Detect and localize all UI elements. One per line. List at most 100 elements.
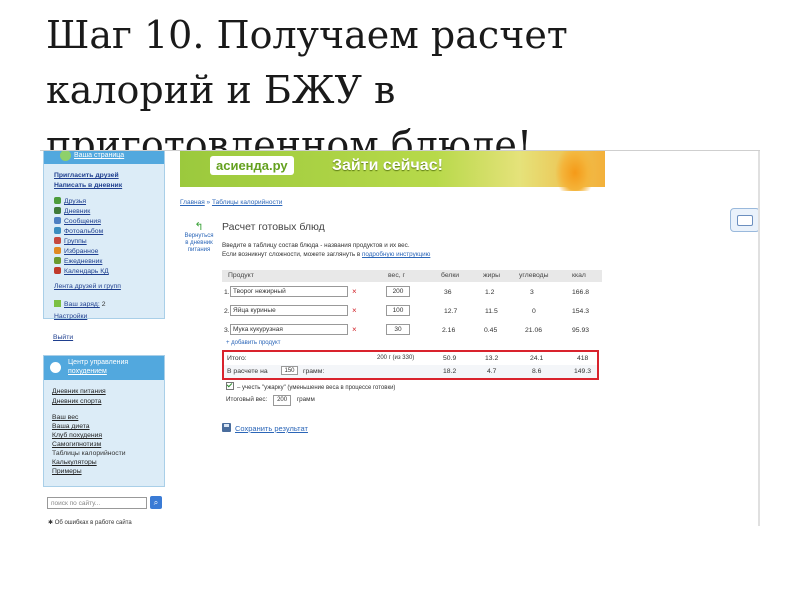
weight-input[interactable]: 200: [386, 286, 410, 297]
back-line-3: питания: [187, 247, 211, 253]
food-diary-link[interactable]: Дневник питания: [52, 388, 106, 395]
per-portion-prefix: В расчете на: [227, 368, 268, 375]
save-result-link[interactable]: Сохранить результат: [222, 423, 308, 433]
product-input[interactable]: Мука кукурузная: [230, 324, 348, 335]
totals-fat: 13.2: [485, 355, 499, 362]
calculators-link[interactable]: Калькуляторы: [52, 459, 97, 466]
sidebar-item-messages[interactable]: Сообщения: [54, 217, 101, 225]
totals-carbs: 24.1: [530, 355, 544, 362]
save-icon: [222, 423, 231, 432]
per-portion-carbs: 8.6: [532, 368, 542, 375]
fat-cell: 0.45: [484, 327, 498, 334]
sidebar-item-friends[interactable]: Друзья: [54, 197, 86, 205]
delete-row-icon[interactable]: ×: [352, 325, 357, 334]
sidebar-profile-header[interactable]: Ваша страница: [44, 151, 164, 164]
product-input[interactable]: Яйца куриные: [230, 305, 348, 316]
shrink-checkbox-label: – учесть "ужарку" (уменьшение веса в про…: [237, 385, 396, 391]
totals-kcal: 418: [577, 355, 589, 362]
sidebar: Ваша страница Пригласить друзей Написать…: [40, 151, 167, 526]
save-result-label: Сохранить результат: [235, 424, 308, 433]
portion-weight-input[interactable]: 150: [281, 366, 298, 375]
weight-center-header[interactable]: Центр управления похудением: [44, 356, 164, 380]
search-button[interactable]: ⌕: [150, 496, 162, 509]
carbs-cell: 3: [530, 289, 534, 296]
website-screenshot: Ваша страница Пригласить друзей Написать…: [40, 150, 760, 526]
sidebar-item-label: Избранное: [64, 248, 99, 255]
slide-title-line-2: калорий и БЖУ в: [46, 68, 396, 112]
groups-icon: [54, 237, 61, 244]
delete-row-icon[interactable]: ×: [352, 287, 357, 296]
my-page-link[interactable]: Ваша страница: [74, 152, 124, 159]
club-link[interactable]: Клуб похудения: [52, 432, 102, 439]
charge-label[interactable]: Ваш заряд:: [64, 301, 100, 308]
table-header: Продукт вес, г белки жиры углеводы ккал: [222, 270, 602, 282]
sport-diary-link[interactable]: Дневник спорта: [52, 398, 101, 405]
carbs-cell: 0: [532, 308, 536, 315]
weight-link[interactable]: Ваш вес: [52, 414, 78, 421]
friends-icon: [54, 197, 61, 204]
page-edge: [758, 151, 760, 526]
ad-banner[interactable]: асиенда.ру Зайти сейчас!: [180, 151, 605, 191]
write-diary-link[interactable]: Написать в дневник: [54, 182, 122, 189]
recipes-link[interactable]: Примеры: [52, 468, 82, 475]
logout-link[interactable]: Выйти: [53, 334, 73, 341]
banner-cta[interactable]: Зайти сейчас!: [332, 157, 443, 175]
heart-icon: [54, 247, 61, 254]
product-input[interactable]: Творог нежирный: [230, 286, 348, 297]
battery-icon: [54, 300, 61, 307]
diet-link[interactable]: Ваша диета: [52, 423, 90, 430]
final-weight-input[interactable]: 200: [273, 395, 292, 406]
feedback-widget[interactable]: [730, 208, 760, 232]
sidebar-item-label: Дневник: [64, 208, 91, 215]
totals-box: Итого: 200 г (из 330) 50.9 13.2 24.1 418…: [222, 350, 599, 380]
invite-friends-link[interactable]: Пригласить друзей: [54, 172, 119, 179]
delete-row-icon[interactable]: ×: [352, 306, 357, 315]
per-portion-row: В расчете на 150 грамм: 18.2 4.7 8.6 149…: [224, 365, 597, 378]
kcal-cell: 154.3: [572, 308, 590, 315]
scale-icon: [50, 362, 61, 373]
sidebar-item-diary[interactable]: Дневник: [54, 207, 90, 215]
charge-row: Ваш заряд: 2: [54, 300, 105, 308]
back-line-1: Вернуться: [184, 233, 214, 239]
home-icon: [60, 151, 71, 161]
per-portion-suffix: грамм:: [303, 368, 325, 375]
totals-weight: 200 г (из 330): [377, 355, 415, 361]
weight-input[interactable]: 100: [386, 305, 410, 316]
sidebar-item-calendar[interactable]: Календарь КД: [54, 267, 109, 275]
error-report-label: Об ошибках в работе сайта: [54, 520, 132, 526]
protein-cell: 12.7: [444, 308, 458, 315]
sidebar-item-planner[interactable]: Ежедневник: [54, 257, 102, 265]
sidebar-item-favorites[interactable]: Избранное: [54, 247, 98, 255]
intro-text: Введите в таблицу состав блюда - названи…: [222, 241, 430, 259]
sidebar-item-label: Календарь КД: [64, 268, 109, 275]
sidebar-item-label: Фотоальбом: [64, 228, 104, 235]
breadcrumb-home[interactable]: Главная: [180, 199, 205, 206]
back-to-diary-link[interactable]: ↰ Вернуться в дневник питания: [180, 221, 218, 254]
charge-value: 2: [101, 301, 106, 308]
header-weight: вес, г: [388, 272, 405, 279]
carbs-cell: 21.06: [525, 327, 543, 334]
final-weight-unit: грамм: [296, 396, 315, 403]
shrink-checkbox-row[interactable]: – учесть "ужарку" (уменьшение веса в про…: [226, 382, 395, 391]
calorie-table-item: Таблицы калорийности: [52, 450, 126, 457]
weight-input[interactable]: 30: [386, 324, 410, 335]
sidebar-item-photos[interactable]: Фотоальбом: [54, 227, 103, 235]
slide-title: Шаг 10. Получаем расчет калорий и БЖУ в …: [46, 8, 766, 173]
sidebar-item-groups[interactable]: Группы: [54, 237, 87, 245]
search-input[interactable]: поиск по сайту...: [47, 497, 147, 509]
diary-icon: [54, 207, 61, 214]
header-carbs: углеводы: [519, 272, 549, 279]
breadcrumb-current[interactable]: Таблицы калорийности: [212, 199, 282, 206]
shrink-checkbox[interactable]: [226, 382, 234, 390]
settings-link[interactable]: Настройки: [54, 313, 87, 320]
per-portion-kcal: 149.3: [574, 368, 592, 375]
hypnosis-link[interactable]: Самогипнотизм: [52, 441, 101, 448]
table-row: 3. Мука кукурузная × 30 2.16 0.45 21.06 …: [222, 322, 602, 340]
feed-link[interactable]: Лента друзей и групп: [54, 283, 121, 290]
add-product-link[interactable]: + добавить продукт: [226, 340, 280, 346]
instruction-link[interactable]: подробную инструкцию: [362, 251, 430, 258]
flower-image: [555, 151, 595, 191]
error-report-link[interactable]: ✱ Об ошибках в работе сайта: [48, 519, 132, 526]
row-number: 2.: [224, 308, 230, 315]
header-protein: белки: [441, 272, 460, 279]
